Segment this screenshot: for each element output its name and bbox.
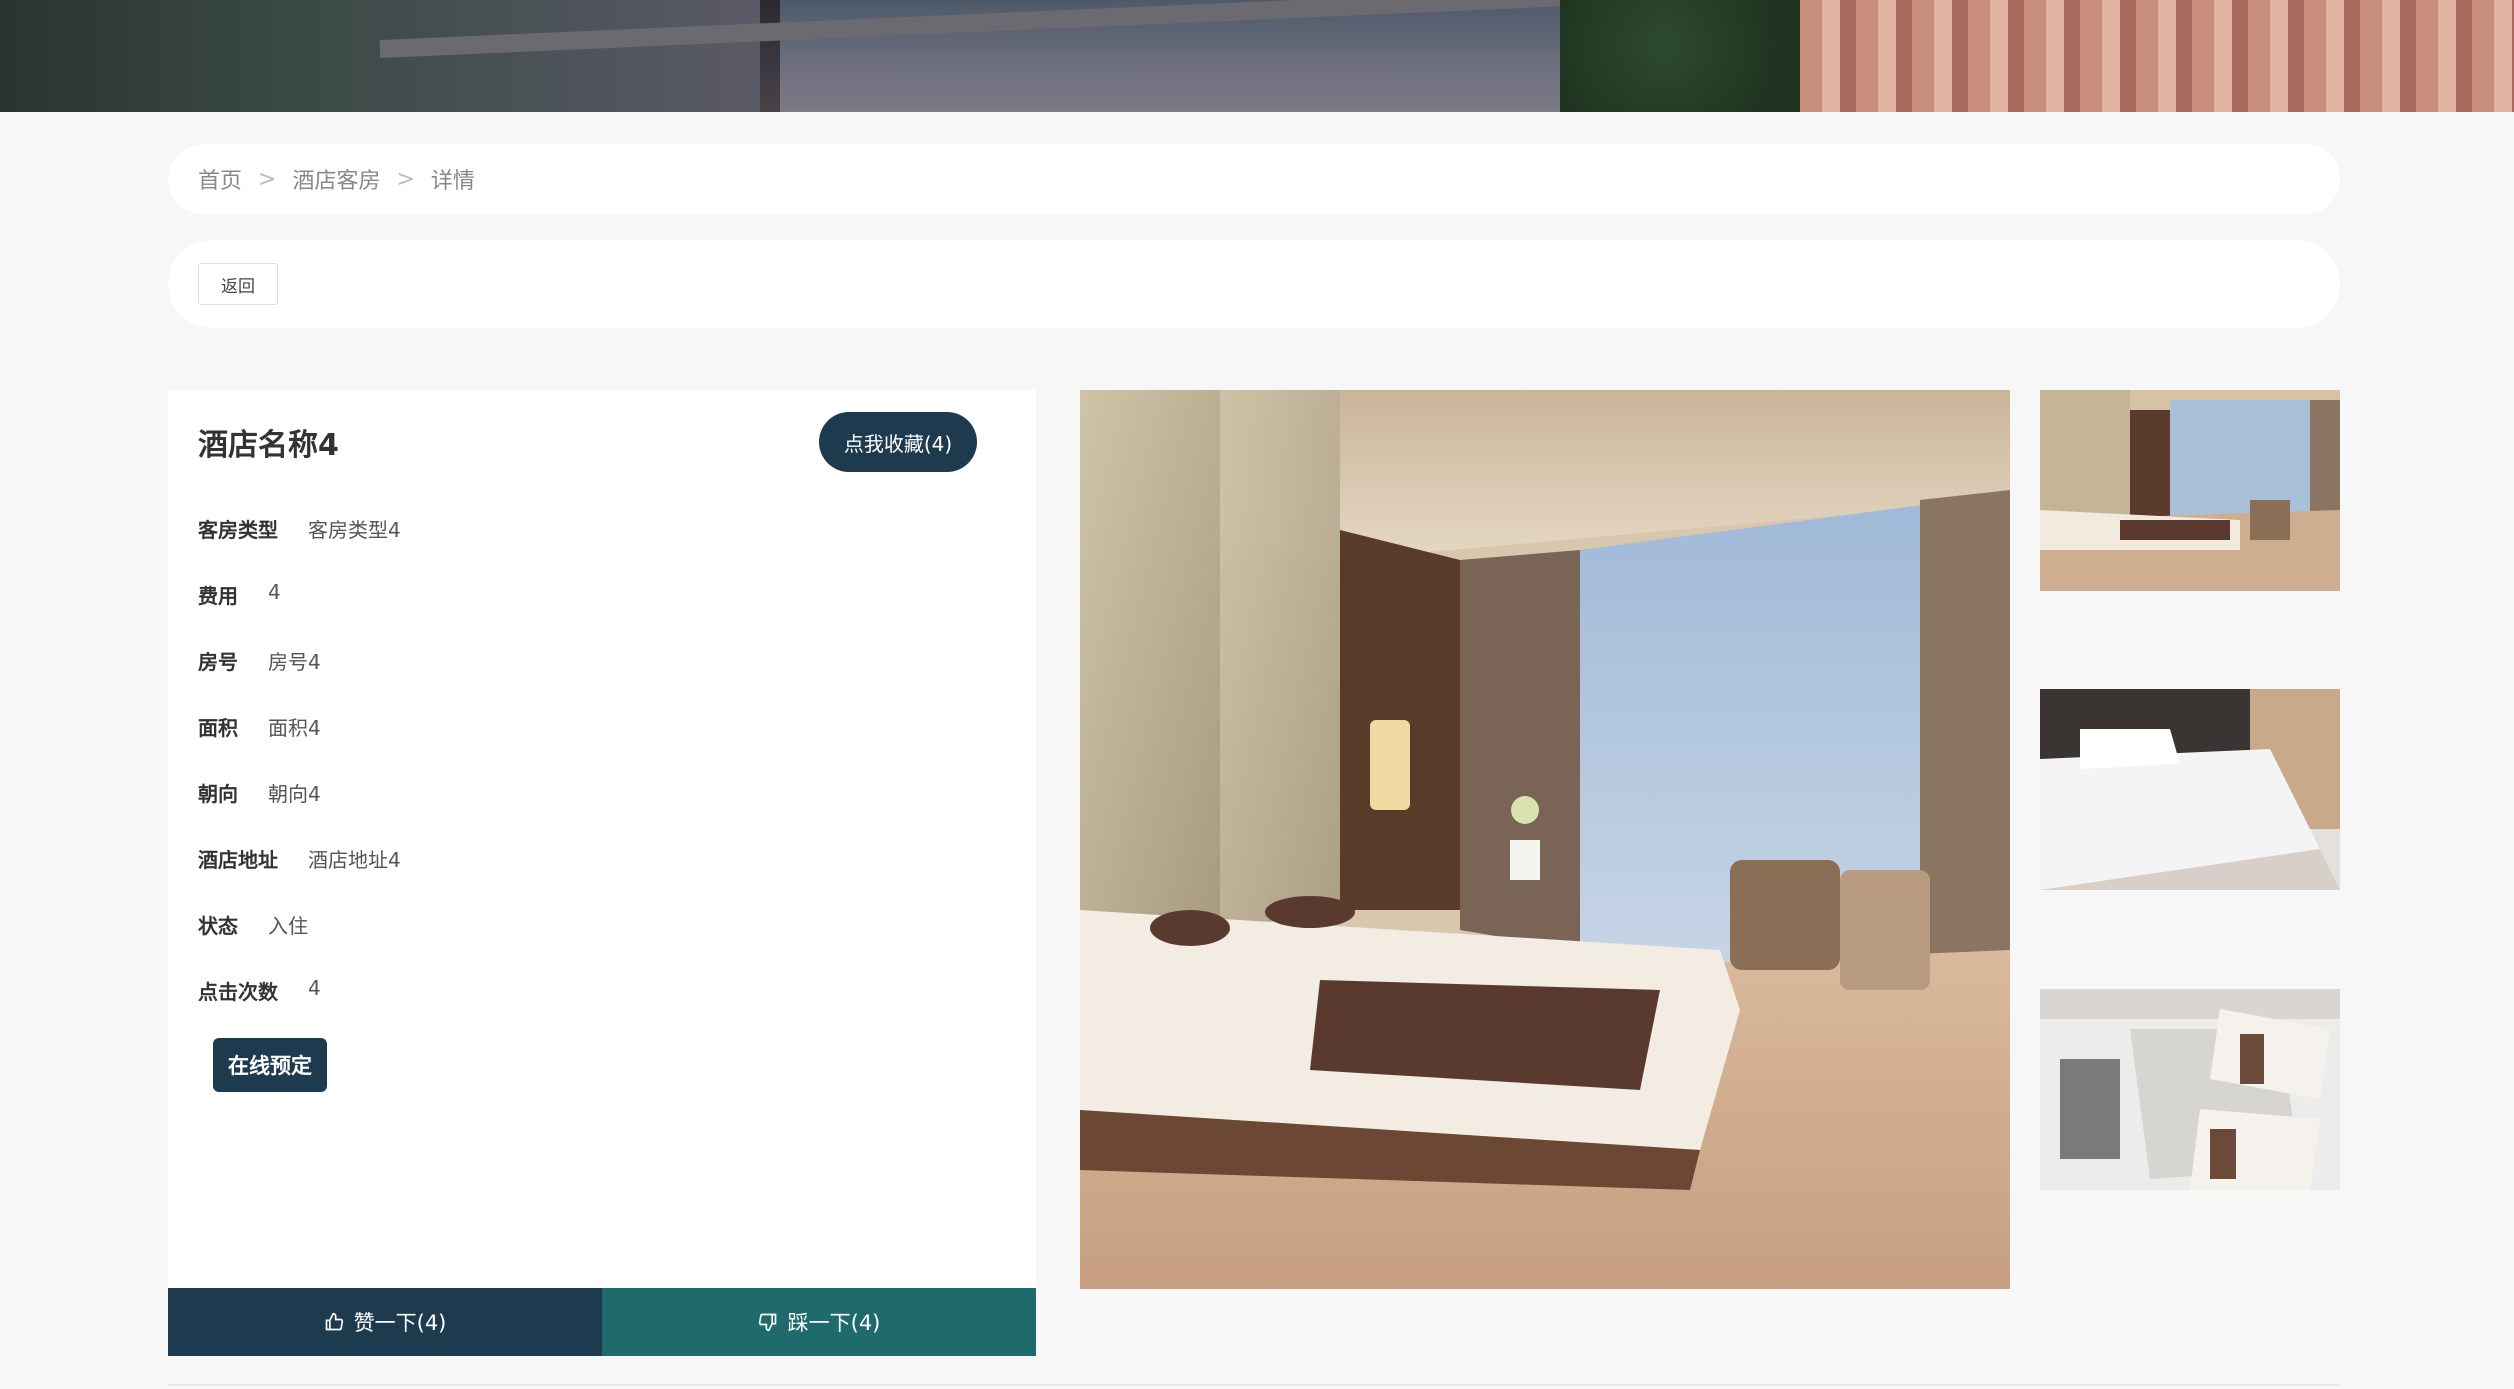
- field-label: 房号: [198, 650, 238, 674]
- field-value: 入住: [268, 914, 308, 938]
- field-label: 酒店地址: [198, 848, 278, 872]
- field-area: 面积 面积4: [198, 712, 321, 741]
- field-address: 酒店地址 酒店地址4: [198, 844, 401, 873]
- favorite-button[interactable]: 点我收藏(4): [819, 412, 977, 472]
- like-button[interactable]: 赞一下(4): [168, 1288, 602, 1356]
- field-value: 客房类型4: [308, 518, 401, 542]
- field-value: 4: [308, 976, 321, 1000]
- field-label: 面积: [198, 716, 238, 740]
- field-value: 4: [268, 580, 281, 604]
- field-label: 点击次数: [198, 980, 278, 1004]
- room-info-panel: 酒店名称4 点我收藏(4) 客房类型 客房类型4 费用 4 房号 房号4 面积 …: [168, 390, 1036, 1356]
- breadcrumb-category[interactable]: 酒店客房: [292, 163, 380, 195]
- room-main-photo: [1080, 390, 2010, 1289]
- room-thumbnail-3[interactable]: [2040, 989, 2340, 1190]
- dislike-button[interactable]: 踩一下(4): [602, 1288, 1036, 1356]
- room-title: 酒店名称4: [198, 428, 339, 463]
- hero-banner: [0, 0, 2514, 112]
- divider: [168, 1384, 2340, 1386]
- field-value: 朝向4: [268, 782, 321, 806]
- field-room-number: 房号 房号4: [198, 646, 321, 675]
- thumbs-up-icon: [325, 1312, 343, 1331]
- breadcrumb-current: 详情: [430, 169, 475, 194]
- room-thumbnail-1[interactable]: [2040, 390, 2340, 591]
- field-value: 面积4: [268, 716, 321, 740]
- breadcrumb: 首页 > 酒店客房 > 详情: [168, 144, 2340, 214]
- field-status: 状态 入住: [198, 910, 308, 939]
- breadcrumb-home[interactable]: 首页: [198, 163, 242, 195]
- field-label: 费用: [198, 584, 238, 608]
- breadcrumb-separator: >: [258, 166, 277, 192]
- book-online-button[interactable]: 在线预定: [213, 1038, 327, 1092]
- field-value: 房号4: [268, 650, 321, 674]
- field-label: 状态: [198, 914, 238, 938]
- breadcrumb-separator: >: [396, 166, 415, 192]
- like-label: 赞一下(4): [353, 1311, 447, 1335]
- field-label: 朝向: [198, 782, 238, 806]
- thumbs-down-icon: [758, 1313, 776, 1332]
- toolbar: 返回: [168, 240, 2340, 328]
- field-label: 客房类型: [198, 518, 278, 542]
- field-value: 酒店地址4: [308, 848, 401, 872]
- dislike-label: 踩一下(4): [787, 1311, 881, 1335]
- field-click-count: 点击次数 4: [198, 976, 321, 1005]
- back-button[interactable]: 返回: [198, 263, 278, 305]
- field-price: 费用 4: [198, 580, 281, 609]
- field-room-type: 客房类型 客房类型4: [198, 514, 401, 543]
- room-thumbnail-2[interactable]: [2040, 689, 2340, 890]
- field-orientation: 朝向 朝向4: [198, 778, 321, 807]
